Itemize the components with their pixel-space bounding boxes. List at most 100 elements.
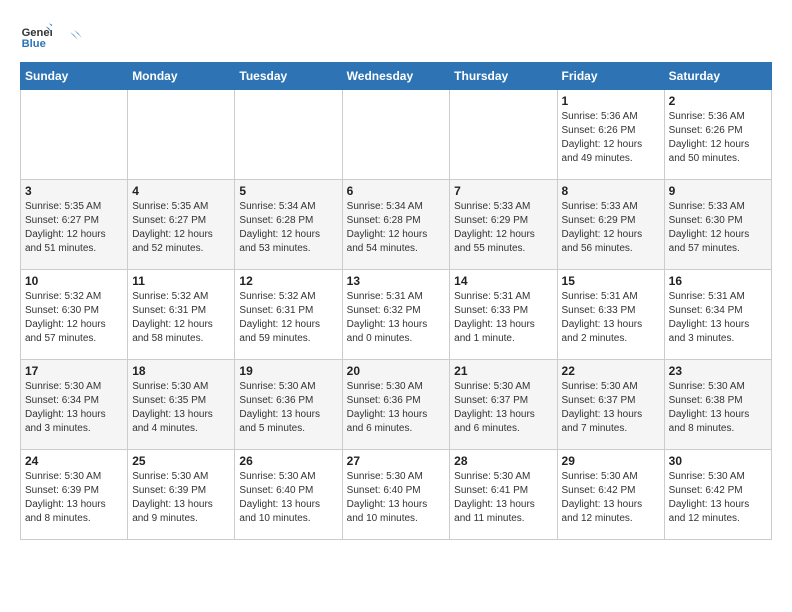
calendar-cell xyxy=(450,90,557,180)
calendar-cell: 14Sunrise: 5:31 AM Sunset: 6:33 PM Dayli… xyxy=(450,270,557,360)
day-info: Sunrise: 5:34 AM Sunset: 6:28 PM Dayligh… xyxy=(239,200,337,256)
day-number: 7 xyxy=(454,184,552,198)
day-info: Sunrise: 5:30 AM Sunset: 6:34 PM Dayligh… xyxy=(25,380,123,436)
day-info: Sunrise: 5:31 AM Sunset: 6:32 PM Dayligh… xyxy=(347,290,446,346)
day-info: Sunrise: 5:33 AM Sunset: 6:29 PM Dayligh… xyxy=(454,200,552,256)
calendar-cell: 10Sunrise: 5:32 AM Sunset: 6:30 PM Dayli… xyxy=(21,270,128,360)
calendar-cell: 4 Sunrise: 5:35 AM Sunset: 6:27 PM Daylig… xyxy=(128,180,235,270)
day-info: Sunrise: 5:34 AM Sunset: 6:28 PM Dayligh… xyxy=(347,200,446,256)
day-info: Sunrise: 5:30 AM Sunset: 6:37 PM Dayligh… xyxy=(562,380,660,436)
day-info: Sunrise: 5:32 AM Sunset: 6:31 PM Dayligh… xyxy=(239,290,337,346)
calendar-cell xyxy=(128,90,235,180)
calendar-cell xyxy=(342,90,450,180)
day-number: 10 xyxy=(25,274,123,288)
calendar-cell: 26Sunrise: 5:30 AM Sunset: 6:40 PM Dayli… xyxy=(235,450,342,540)
day-info: Sunrise: 5:30 AM Sunset: 6:37 PM Dayligh… xyxy=(454,380,552,436)
day-info: Sunrise: 5:30 AM Sunset: 6:42 PM Dayligh… xyxy=(562,470,660,526)
calendar-cell: 6 Sunrise: 5:34 AM Sunset: 6:28 PM Daylig… xyxy=(342,180,450,270)
logo-bird-icon xyxy=(58,28,82,48)
day-number: 1 xyxy=(562,94,660,108)
calendar-cell: 24 Sunrise: 5:30 AM Sunset: 6:39 PM Dayli… xyxy=(21,450,128,540)
calendar-week-row: 24 Sunrise: 5:30 AM Sunset: 6:39 PM Dayli… xyxy=(21,450,772,540)
day-info: Sunrise: 5:35 AM Sunset: 6:27 PM Dayligh… xyxy=(25,200,123,256)
calendar-cell: 12 Sunrise: 5:32 AM Sunset: 6:31 PM Dayli… xyxy=(235,270,342,360)
weekday-header-saturday: Saturday xyxy=(664,63,771,90)
day-number: 9 xyxy=(669,184,767,198)
day-number: 18 xyxy=(132,364,230,378)
day-number: 29 xyxy=(562,454,660,468)
day-number: 2 xyxy=(669,94,767,108)
day-number: 14 xyxy=(454,274,552,288)
calendar-cell: 18 Sunrise: 5:30 AM Sunset: 6:35 PM Dayli… xyxy=(128,360,235,450)
day-number: 3 xyxy=(25,184,123,198)
calendar-cell: 19 Sunrise: 5:30 AM Sunset: 6:36 PM Dayli… xyxy=(235,360,342,450)
weekday-header-wednesday: Wednesday xyxy=(342,63,450,90)
day-number: 13 xyxy=(347,274,446,288)
calendar-cell: 30Sunrise: 5:30 AM Sunset: 6:42 PM Dayli… xyxy=(664,450,771,540)
calendar-cell: 15Sunrise: 5:31 AM Sunset: 6:33 PM Dayli… xyxy=(557,270,664,360)
day-number: 19 xyxy=(239,364,337,378)
day-number: 12 xyxy=(239,274,337,288)
weekday-header-sunday: Sunday xyxy=(21,63,128,90)
weekday-header-monday: Monday xyxy=(128,63,235,90)
day-info: Sunrise: 5:35 AM Sunset: 6:27 PM Dayligh… xyxy=(132,200,230,256)
day-info: Sunrise: 5:30 AM Sunset: 6:41 PM Dayligh… xyxy=(454,470,552,526)
day-number: 4 xyxy=(132,184,230,198)
day-info: Sunrise: 5:36 AM Sunset: 6:26 PM Dayligh… xyxy=(562,110,660,166)
calendar-cell: 2 Sunrise: 5:36 AM Sunset: 6:26 PM Daylig… xyxy=(664,90,771,180)
day-number: 16 xyxy=(669,274,767,288)
calendar-cell: 23 Sunrise: 5:30 AM Sunset: 6:38 PM Dayli… xyxy=(664,360,771,450)
calendar-week-row: 10Sunrise: 5:32 AM Sunset: 6:30 PM Dayli… xyxy=(21,270,772,360)
day-info: Sunrise: 5:30 AM Sunset: 6:35 PM Dayligh… xyxy=(132,380,230,436)
calendar-cell: 21 Sunrise: 5:30 AM Sunset: 6:37 PM Dayli… xyxy=(450,360,557,450)
calendar-cell: 20Sunrise: 5:30 AM Sunset: 6:36 PM Dayli… xyxy=(342,360,450,450)
day-info: Sunrise: 5:36 AM Sunset: 6:26 PM Dayligh… xyxy=(669,110,767,166)
day-number: 21 xyxy=(454,364,552,378)
day-number: 22 xyxy=(562,364,660,378)
weekday-header-thursday: Thursday xyxy=(450,63,557,90)
logo-icon: General Blue xyxy=(20,20,52,52)
calendar-body: 1 Sunrise: 5:36 AM Sunset: 6:26 PM Daylig… xyxy=(21,90,772,540)
day-number: 17 xyxy=(25,364,123,378)
page-header: General Blue xyxy=(20,20,772,52)
day-info: Sunrise: 5:30 AM Sunset: 6:38 PM Dayligh… xyxy=(669,380,767,436)
calendar-cell xyxy=(21,90,128,180)
calendar-cell: 11Sunrise: 5:32 AM Sunset: 6:31 PM Dayli… xyxy=(128,270,235,360)
day-info: Sunrise: 5:33 AM Sunset: 6:30 PM Dayligh… xyxy=(669,200,767,256)
weekday-header-friday: Friday xyxy=(557,63,664,90)
day-number: 23 xyxy=(669,364,767,378)
calendar-cell: 29 Sunrise: 5:30 AM Sunset: 6:42 PM Dayli… xyxy=(557,450,664,540)
day-info: Sunrise: 5:30 AM Sunset: 6:39 PM Dayligh… xyxy=(25,470,123,526)
weekday-header-tuesday: Tuesday xyxy=(235,63,342,90)
day-number: 11 xyxy=(132,274,230,288)
svg-text:Blue: Blue xyxy=(22,38,46,50)
day-number: 28 xyxy=(454,454,552,468)
day-info: Sunrise: 5:30 AM Sunset: 6:40 PM Dayligh… xyxy=(347,470,446,526)
calendar-cell: 27 Sunrise: 5:30 AM Sunset: 6:40 PM Dayli… xyxy=(342,450,450,540)
calendar-cell: 17 Sunrise: 5:30 AM Sunset: 6:34 PM Dayli… xyxy=(21,360,128,450)
calendar-cell: 3 Sunrise: 5:35 AM Sunset: 6:27 PM Daylig… xyxy=(21,180,128,270)
day-info: Sunrise: 5:30 AM Sunset: 6:36 PM Dayligh… xyxy=(239,380,337,436)
day-info: Sunrise: 5:30 AM Sunset: 6:42 PM Dayligh… xyxy=(669,470,767,526)
calendar-cell: 8 Sunrise: 5:33 AM Sunset: 6:29 PM Daylig… xyxy=(557,180,664,270)
calendar-cell: 22 Sunrise: 5:30 AM Sunset: 6:37 PM Dayli… xyxy=(557,360,664,450)
day-info: Sunrise: 5:30 AM Sunset: 6:39 PM Dayligh… xyxy=(132,470,230,526)
day-number: 26 xyxy=(239,454,337,468)
calendar-cell: 5Sunrise: 5:34 AM Sunset: 6:28 PM Daylig… xyxy=(235,180,342,270)
calendar-cell: 9 Sunrise: 5:33 AM Sunset: 6:30 PM Daylig… xyxy=(664,180,771,270)
logo: General Blue xyxy=(20,20,82,52)
calendar-cell: 7 Sunrise: 5:33 AM Sunset: 6:29 PM Daylig… xyxy=(450,180,557,270)
calendar-cell: 25Sunrise: 5:30 AM Sunset: 6:39 PM Dayli… xyxy=(128,450,235,540)
calendar-cell: 28 Sunrise: 5:30 AM Sunset: 6:41 PM Dayli… xyxy=(450,450,557,540)
day-number: 15 xyxy=(562,274,660,288)
calendar-week-row: 3 Sunrise: 5:35 AM Sunset: 6:27 PM Daylig… xyxy=(21,180,772,270)
day-info: Sunrise: 5:33 AM Sunset: 6:29 PM Dayligh… xyxy=(562,200,660,256)
day-number: 24 xyxy=(25,454,123,468)
day-number: 27 xyxy=(347,454,446,468)
day-info: Sunrise: 5:30 AM Sunset: 6:36 PM Dayligh… xyxy=(347,380,446,436)
day-number: 8 xyxy=(562,184,660,198)
calendar-cell: 13 Sunrise: 5:31 AM Sunset: 6:32 PM Dayli… xyxy=(342,270,450,360)
svg-text:General: General xyxy=(22,27,52,39)
day-number: 6 xyxy=(347,184,446,198)
calendar-table: SundayMondayTuesdayWednesdayThursdayFrid… xyxy=(20,62,772,540)
